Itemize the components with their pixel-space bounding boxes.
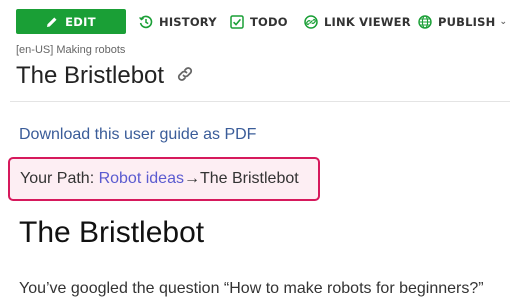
header-divider xyxy=(10,101,510,102)
page-title: The Bristlebot xyxy=(16,62,165,89)
edit-button-label: EDIT xyxy=(65,14,96,29)
path-current: The Bristlebot xyxy=(199,170,299,187)
download-pdf-link[interactable]: Download this user guide as PDF xyxy=(19,126,256,144)
pencil-icon xyxy=(47,17,57,27)
chevron-down-icon: ⌄ xyxy=(499,16,508,27)
path-prefix: Your Path: xyxy=(20,170,99,187)
your-path-box: Your Path: Robot ideas → The Bristlebot xyxy=(8,157,320,201)
todo-button[interactable]: TODO xyxy=(230,9,288,34)
history-label: HISTORY xyxy=(159,14,217,29)
history-button[interactable]: HISTORY xyxy=(139,9,217,34)
toolbar: EDIT HISTORY TODO LINK VIEWER PUBLISH ⌄ xyxy=(0,9,510,35)
publish-dropdown[interactable]: PUBLISH ⌄ xyxy=(418,9,507,34)
globe-icon xyxy=(418,14,432,29)
path-arrow: → xyxy=(183,170,200,187)
link-viewer-icon xyxy=(304,14,318,29)
link-viewer-button[interactable]: LINK VIEWER xyxy=(304,9,411,34)
intro-paragraph: You’ve googled the question “How to make… xyxy=(19,280,484,297)
edit-button[interactable]: EDIT xyxy=(16,9,126,34)
link-viewer-label: LINK VIEWER xyxy=(324,14,411,29)
content-heading: The Bristlebot xyxy=(19,216,205,249)
path-link-robot-ideas[interactable]: Robot ideas xyxy=(99,170,184,188)
breadcrumb[interactable]: [en-US] Making robots xyxy=(16,44,125,56)
link-icon[interactable] xyxy=(174,63,196,89)
todo-label: TODO xyxy=(250,14,288,29)
checkbox-icon xyxy=(230,14,244,29)
page-title-row: The Bristlebot xyxy=(16,62,196,90)
history-icon xyxy=(139,15,153,28)
publish-label: PUBLISH xyxy=(438,14,496,29)
